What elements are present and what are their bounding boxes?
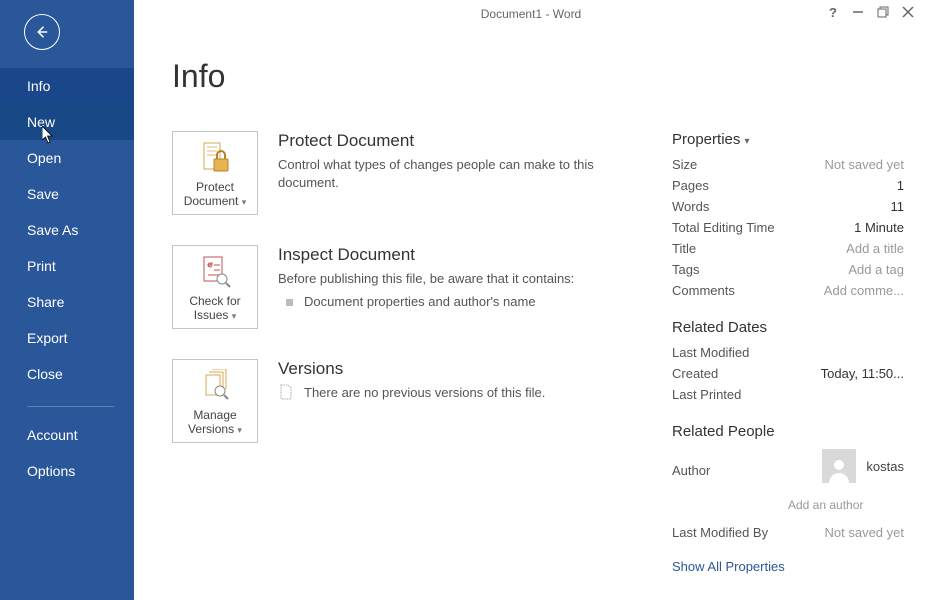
last-modified-by-label: Last Modified By: [672, 525, 768, 540]
comments-label: Comments: [672, 283, 735, 298]
inspect-issue-item: Document properties and author's name: [278, 294, 574, 309]
title-value[interactable]: Add a title: [846, 241, 904, 256]
check-for-issues-tile[interactable]: Check for Issues ▾: [172, 245, 258, 329]
help-icon: ?: [829, 5, 837, 20]
properties-dropdown[interactable]: Properties ▾: [672, 131, 904, 148]
nav-options[interactable]: Options: [0, 453, 134, 489]
last-modified-by-value: Not saved yet: [825, 525, 905, 540]
inspect-section: Check for Issues ▾ Inspect Document Befo…: [172, 245, 640, 329]
nav-close[interactable]: Close: [0, 356, 134, 392]
words-label: Words: [672, 199, 709, 214]
manage-versions-tile[interactable]: Manage Versions ▾: [172, 359, 258, 443]
title-label: Title: [672, 241, 696, 256]
nav-account[interactable]: Account: [0, 417, 134, 453]
back-button[interactable]: [24, 14, 60, 50]
author-label: Author: [672, 463, 710, 478]
minimize-icon: [852, 6, 864, 18]
chevron-down-icon: ▾: [232, 311, 237, 321]
nav-new-label: New: [27, 114, 55, 130]
document-stack-magnifier-icon: [198, 368, 232, 404]
related-people-header: Related People: [672, 423, 904, 440]
edit-time-label: Total Editing Time: [672, 220, 775, 235]
nav-divider: [27, 406, 114, 407]
close-button[interactable]: [896, 2, 920, 22]
author-name: kostas: [866, 459, 904, 474]
avatar-icon: [822, 449, 856, 483]
protect-tile-label: Protect Document ▾: [177, 180, 253, 209]
pages-value: 1: [897, 178, 904, 193]
versions-tile-label: Manage Versions ▾: [177, 408, 253, 437]
nav-open[interactable]: Open: [0, 140, 134, 176]
close-icon: [902, 6, 914, 18]
inspect-description: Before publishing this file, be aware th…: [278, 270, 574, 288]
protect-document-tile[interactable]: Protect Document ▾: [172, 131, 258, 215]
inspect-tile-label: Check for Issues ▾: [177, 294, 253, 323]
words-value: 11: [891, 199, 905, 214]
minimize-button[interactable]: [846, 2, 870, 22]
backstage-sidebar: Info New Open Save Save As Print Share E…: [0, 0, 134, 600]
page-heading: Info: [172, 58, 904, 95]
properties-pane: Properties ▾ Size Not saved yet Pages 1 Wo…: [672, 131, 904, 574]
nav-list: Info New Open Save Save As Print Share E…: [0, 68, 134, 489]
related-dates-header: Related Dates: [672, 319, 904, 336]
lock-shield-icon: [198, 140, 232, 176]
show-all-properties-link[interactable]: Show All Properties: [672, 559, 904, 574]
restore-button[interactable]: [871, 2, 895, 22]
size-label: Size: [672, 157, 697, 172]
tags-label: Tags: [672, 262, 699, 277]
add-author-field[interactable]: Add an author: [788, 498, 904, 512]
created-label: Created: [672, 366, 718, 381]
checklist-magnifier-icon: [198, 254, 232, 290]
versions-section: Manage Versions ▾ Versions There are no …: [172, 359, 640, 443]
edit-time-value: 1 Minute: [854, 220, 904, 235]
protect-section: Protect Document ▾ Protect Document Cont…: [172, 131, 640, 215]
info-sections: Protect Document ▾ Protect Document Cont…: [172, 131, 640, 574]
versions-description: There are no previous versions of this f…: [304, 385, 545, 400]
last-printed-label: Last Printed: [672, 387, 741, 402]
nav-export[interactable]: Export: [0, 320, 134, 356]
versions-heading: Versions: [278, 359, 545, 379]
help-button[interactable]: ?: [821, 2, 845, 22]
pages-label: Pages: [672, 178, 709, 193]
protect-description: Control what types of changes people can…: [278, 156, 598, 191]
window-title: Document1 - Word: [481, 7, 581, 21]
back-arrow-icon: [33, 23, 51, 41]
nav-print[interactable]: Print: [0, 248, 134, 284]
last-modified-label: Last Modified: [672, 345, 749, 360]
nav-save-as[interactable]: Save As: [0, 212, 134, 248]
size-value: Not saved yet: [825, 157, 905, 172]
comments-value[interactable]: Add comme...: [824, 283, 904, 298]
restore-icon: [877, 6, 889, 18]
content-area: Document1 - Word ? Info Protect Document…: [134, 0, 928, 600]
created-value: Today, 11:50...: [821, 366, 904, 381]
chevron-down-icon: ▾: [745, 136, 750, 147]
chevron-down-icon: ▾: [237, 425, 242, 435]
protect-heading: Protect Document: [278, 131, 598, 151]
chevron-down-icon: ▾: [242, 197, 247, 207]
document-icon: [278, 384, 294, 400]
author-entry[interactable]: kostas: [822, 449, 904, 483]
inspect-heading: Inspect Document: [278, 245, 574, 265]
nav-new[interactable]: New: [0, 104, 134, 140]
nav-info[interactable]: Info: [0, 68, 134, 104]
tags-value[interactable]: Add a tag: [848, 262, 904, 277]
titlebar: Document1 - Word ?: [134, 0, 928, 28]
nav-share[interactable]: Share: [0, 284, 134, 320]
nav-save[interactable]: Save: [0, 176, 134, 212]
